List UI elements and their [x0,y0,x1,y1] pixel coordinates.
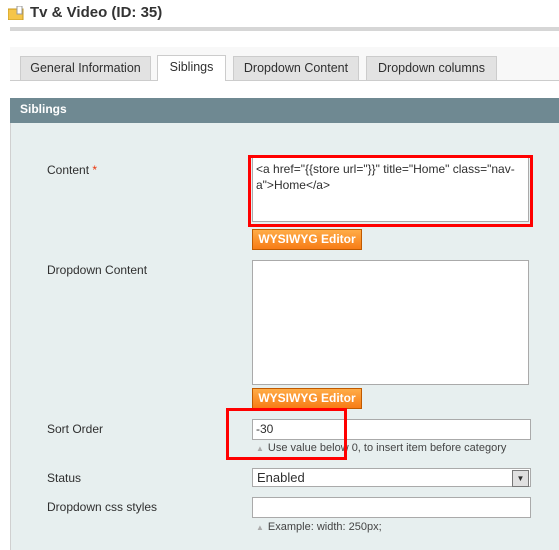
css-styles-label: Dropdown css styles [47,500,158,514]
highlight-box [248,155,533,227]
folder-icon [7,5,24,21]
status-label: Status [47,471,82,485]
wysiwyg-editor-button-2[interactable]: WYSIWYG Editor [252,388,362,409]
hint-triangle-icon: ▲ [256,523,264,532]
sort-order-label: Sort Order [47,422,104,436]
css-styles-hint: ▲ Example: width: 250px; [256,521,382,533]
content-label: Content * [47,163,97,177]
content-label-text: Content [47,163,90,177]
dropdown-content-textarea[interactable] [252,260,529,385]
status-select[interactable]: Enabled ▼ [252,468,531,487]
tab-dropdown-content[interactable]: Dropdown Content [233,56,359,80]
highlight-box-2 [226,408,347,460]
css-styles-hint-text: Example: width: 250px; [267,521,382,533]
dropdown-content-label: Dropdown Content [47,263,148,277]
status-value: Enabled [257,470,305,485]
section-header: Siblings [10,98,559,123]
wysiwyg-editor-button[interactable]: WYSIWYG Editor [252,229,362,250]
required-marker: * [92,163,98,177]
chevron-down-icon[interactable]: ▼ [512,470,529,487]
tab-dropdown-columns[interactable]: Dropdown columns [366,56,497,80]
tab-siblings[interactable]: Siblings [157,55,226,81]
page-title: Tv & Video (ID: 35) [30,4,163,21]
css-styles-input[interactable] [252,497,531,518]
tab-general-information[interactable]: General Information [20,56,151,80]
title-divider [10,27,559,31]
